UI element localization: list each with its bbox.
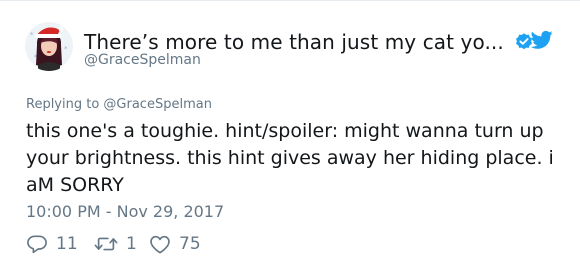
- action-bar: 11 1 75: [26, 233, 201, 255]
- avatar-illustration: * * *: [24, 21, 74, 71]
- avatar[interactable]: * * *: [24, 21, 74, 71]
- timestamp[interactable]: 10:00 PM - Nov 29, 2017: [26, 202, 224, 221]
- tweet-text: this one's a toughie. hint/spoiler: migh…: [26, 120, 554, 196]
- tweet-card: * * * There’s more to me than just my ca…: [0, 0, 580, 278]
- like-count: 75: [179, 234, 201, 254]
- svg-text:*: *: [30, 31, 34, 39]
- retweet-button[interactable]: 1: [94, 233, 149, 255]
- display-name[interactable]: There’s more to me than just my cat yo..…: [84, 30, 504, 54]
- retweet-count: 1: [126, 234, 137, 254]
- heart-icon: [149, 234, 171, 254]
- retweet-icon: [94, 234, 118, 254]
- reply-icon: [26, 234, 48, 254]
- replying-to[interactable]: Replying to @GraceSpelman: [26, 97, 212, 112]
- like-button[interactable]: 75: [149, 233, 201, 255]
- author-handle[interactable]: @GraceSpelman: [84, 52, 201, 68]
- svg-text:*: *: [64, 45, 68, 53]
- reply-count: 11: [56, 234, 78, 254]
- reply-button[interactable]: 11: [26, 233, 94, 255]
- twitter-bird-icon[interactable]: [530, 30, 553, 50]
